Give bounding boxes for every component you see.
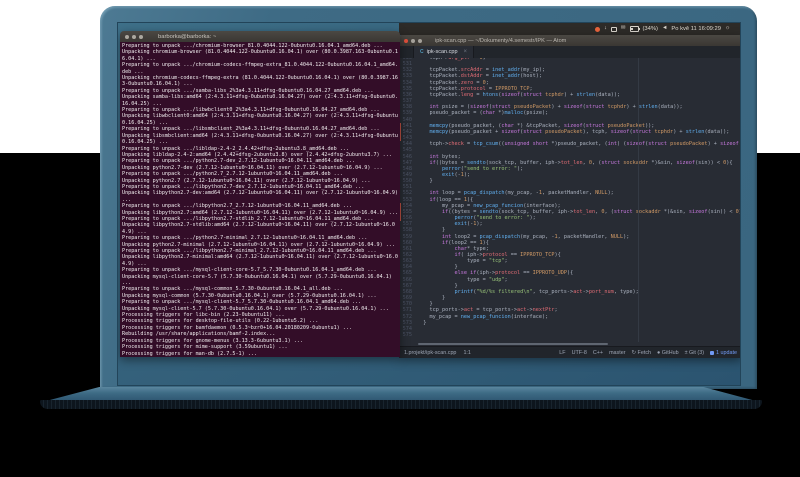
atom-status-bar: 1.projekt/ipk-scan.cpp 1:1 LF UTF-8 C++ mas…	[399, 346, 740, 358]
terminal-line: Preparing to unpack .../libsmbclient_2%3…	[122, 126, 380, 133]
terminal-line: Unpacking python2.7 (2.7.12-1ubuntu0~16.…	[122, 177, 371, 184]
terminal-titlebar[interactable]: barborka@barborka: ~	[120, 31, 400, 42]
arrow-down-icon[interactable]: ↓	[604, 26, 607, 32]
close-icon[interactable]	[404, 38, 408, 43]
status-item-fetch[interactable]: ↻ Fetch	[632, 350, 652, 356]
laptop-screen: ↓ ✉ (34%) ◄ Po kvě 11 16:09:29 ☼ barbork…	[117, 22, 741, 386]
atom-editor[interactable]: 530 531 532 533 534 535 536 537 538 539 540 541 542 5…	[399, 58, 740, 342]
atom-titlebar[interactable]: ipk-scan.cpp — ~/Dokumenty/4.semestr/IPK…	[399, 35, 740, 46]
code-line: memcpy(pseudo_packet + sizeof(struct pse…	[429, 128, 730, 135]
terminal-line: Unpacking libwbclient0:amd64 (2:4.3.11+d…	[122, 113, 399, 126]
session-gear-icon[interactable]: ☼	[725, 26, 730, 32]
laptop-base	[46, 387, 756, 401]
battery-percent: (34%)	[642, 26, 658, 32]
terminal-window: barborka@barborka: ~ Preparing to unpack…	[120, 31, 400, 357]
line-number: 575	[402, 332, 412, 339]
status-file-path[interactable]: 1.projekt/ipk-scan.cpp	[404, 350, 456, 356]
status-item-c-[interactable]: C++	[593, 350, 603, 356]
maximize-icon[interactable]	[139, 34, 143, 39]
terminal-line: Preparing to unpack .../mysql-client-5.7…	[122, 299, 362, 306]
battery-fill	[631, 27, 633, 30]
laptop-mockup: ↓ ✉ (34%) ◄ Po kvě 11 16:09:29 ☼ barbork…	[0, 0, 800, 477]
atom-status-right: LF UTF-8 C++ master ↻ Fetch ● GitHub ± Git (3)…	[559, 350, 737, 356]
code-line: tcph->check = tcp_csum((unsigned short *…	[417, 141, 740, 148]
terminal-title: barborka@barborka: ~	[158, 33, 217, 40]
tab-label: ipk-scan.cpp	[426, 49, 458, 55]
cpp-file-icon: C	[420, 49, 424, 55]
minimize-icon[interactable]	[411, 38, 415, 43]
wrap-guide	[638, 58, 639, 342]
terminal-line: Preparing to unpack .../mysql-client-cor…	[122, 267, 377, 274]
status-left: 1.projekt/ipk-scan.cpp 1:1	[404, 350, 471, 356]
atom-tab-bar: C ipk-scan.cpp ×	[399, 46, 740, 58]
atom-code[interactable]: tcph->urg_ptr = 0; tcpPacket.srcAddr = i…	[414, 58, 740, 342]
status-cursor-position[interactable]: 1:1	[463, 350, 471, 356]
terminal-line: Preparing to unpack .../python2.7-minima…	[122, 235, 368, 242]
tab-close-icon[interactable]: ×	[464, 49, 468, 55]
atom-window-title: ipk-scan.cpp — ~/Dokumenty/4.semestr/IPK…	[435, 37, 567, 44]
volume-icon[interactable]: ◄	[662, 26, 667, 32]
terminal-line: Unpacking libpython2.7-minimal:amd64 (2.…	[122, 254, 399, 267]
minimize-icon[interactable]	[132, 34, 136, 39]
terminal-line: Preparing to unpack .../chromium-codecs-…	[122, 62, 399, 75]
status-item-1-update[interactable]: 1 update	[710, 350, 737, 356]
laptop-base-edge	[40, 400, 762, 409]
software-updater-icon[interactable]	[595, 26, 601, 32]
status-item-github[interactable]: ● GitHub	[657, 350, 679, 356]
atom-window: ipk-scan.cpp — ~/Dokumenty/4.semestr/IPK…	[399, 35, 740, 358]
laptop-lid: ↓ ✉ (34%) ◄ Po kvě 11 16:09:29 ☼ barbork…	[100, 6, 757, 389]
terminal-line: Unpacking samba-libs:amd64 (2:4.3.11+dfs…	[122, 94, 399, 107]
terminal-line: Unpacking libsmbclient:amd64 (2:4.3.11+d…	[122, 132, 399, 146]
terminal-line: Unpacking chromium-codecs-ffmpeg-extra (…	[122, 75, 399, 88]
battery-icon[interactable]	[629, 26, 640, 32]
unity-top-panel: ↓ ✉ (34%) ◄ Po kvě 11 16:09:29 ☼	[399, 23, 740, 35]
horizontal-scrollbar[interactable]	[418, 343, 608, 345]
terminal-output[interactable]: Preparing to unpack .../chromium-browser…	[120, 42, 400, 357]
terminal-line: Unpacking libpython2.7-stdlib:amd64 (2.7…	[122, 222, 395, 235]
status-item-master[interactable]: master	[609, 350, 625, 356]
terminal-line: Unpacking mysql-client-core-5.7 (5.7.30-…	[122, 273, 395, 287]
status-item-lf[interactable]: LF	[559, 350, 565, 356]
tab-ipk-scan-cpp[interactable]: C ipk-scan.cpp ×	[413, 46, 475, 58]
atom-gutter: 530 531 532 533 534 535 536 537 538 539 540 541 542 5…	[399, 58, 414, 342]
panel-clock[interactable]: Po kvě 11 16:09:29	[671, 26, 721, 32]
terminal-line: Unpacking chromium-browser (81.0.4044.12…	[122, 49, 399, 62]
terminal-line: Processing triggers for man-db (2.7.5-1)…	[122, 350, 257, 357]
status-item-utf-8[interactable]: UTF-8	[572, 350, 587, 356]
terminal-line: Unpacking libpython2.7-dev:amd64 (2.7.12…	[122, 190, 399, 203]
mail-icon[interactable]: ✉	[621, 26, 626, 32]
status-item-git-3-[interactable]: ± Git (3)	[685, 350, 704, 356]
keyboard-indicator-icon[interactable]	[610, 26, 617, 32]
close-icon[interactable]	[125, 34, 129, 39]
maximize-icon[interactable]	[418, 38, 422, 43]
